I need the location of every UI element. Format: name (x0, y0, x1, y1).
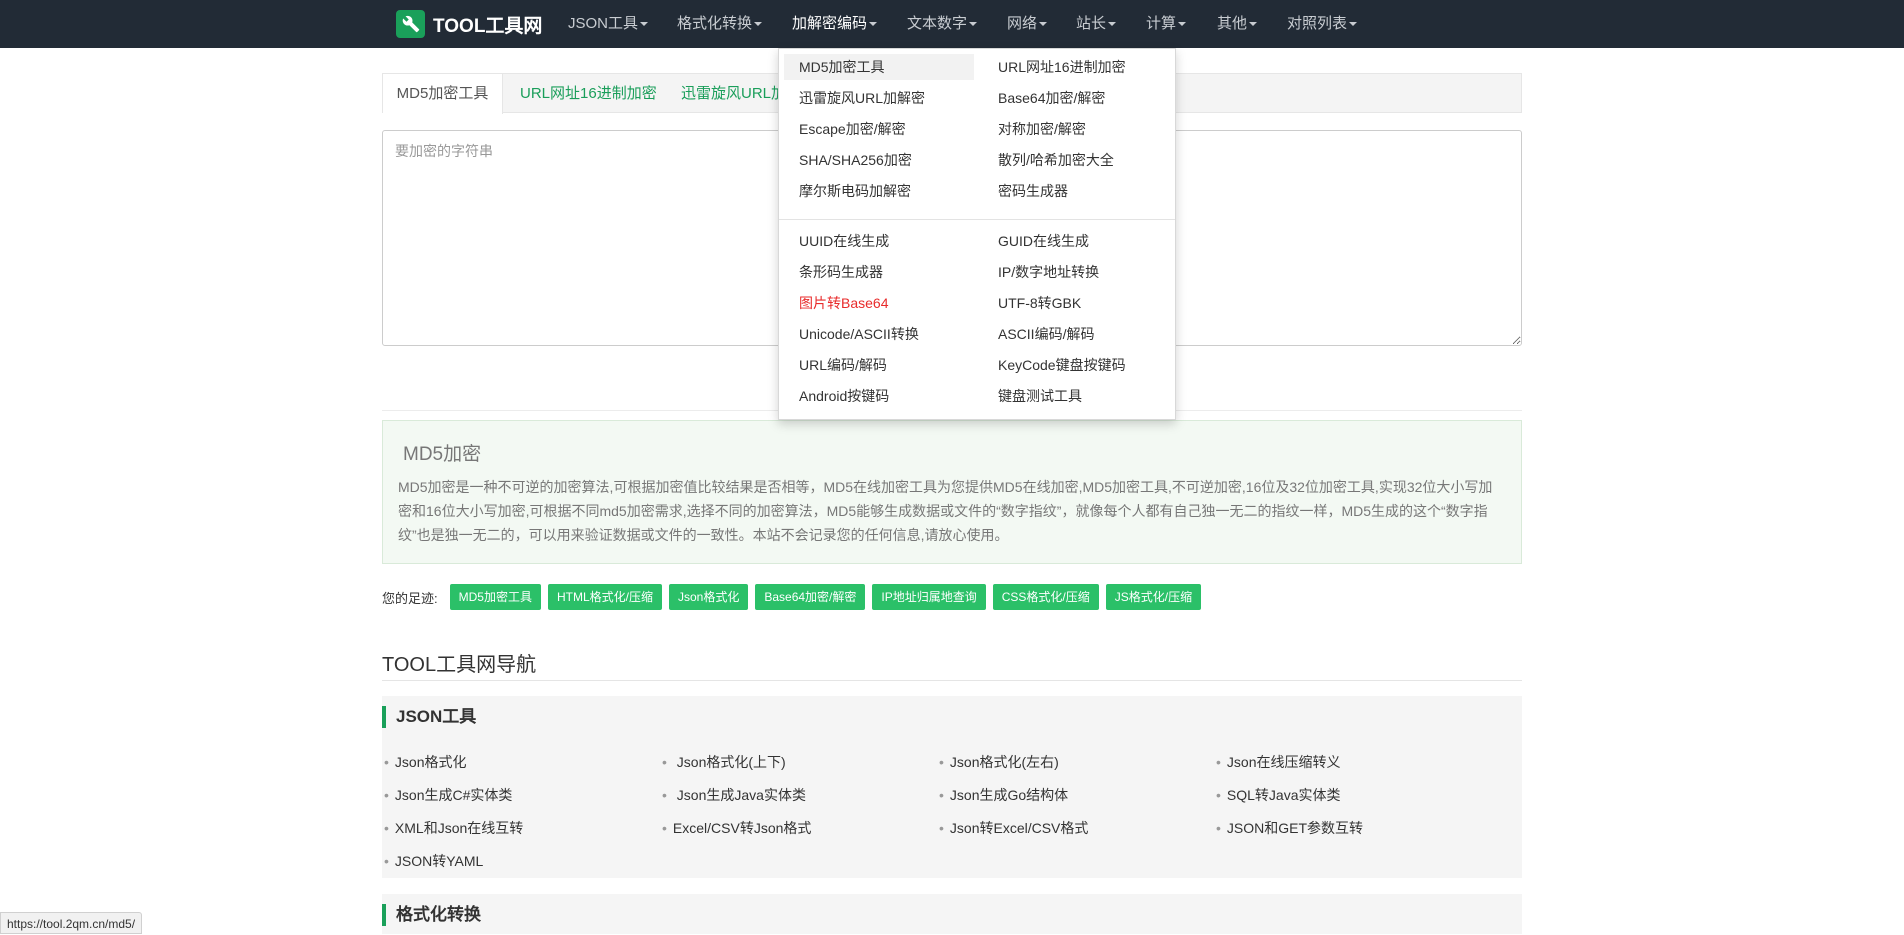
tab-thunder-url[interactable]: 迅雷旋风URL加 (681, 74, 786, 114)
info-panel: MD5加密 MD5加密是一种不可逆的加密算法,可根据加密值比较结果是否相等，MD… (382, 420, 1522, 564)
nav-webmaster[interactable]: 站长 (1076, 0, 1117, 48)
footprint-tag[interactable]: HTML格式化/压缩 (547, 584, 662, 610)
menu-item-symmetric[interactable]: 对称加密/解密 (998, 116, 1086, 142)
footprint-tag[interactable]: Json格式化 (668, 584, 749, 610)
menu-item-url-encode[interactable]: URL编码/解码 (799, 352, 887, 378)
caret-down-icon (1108, 22, 1117, 27)
menu-item-thunder-url[interactable]: 迅雷旋风URL加解密 (799, 85, 925, 111)
info-description: MD5加密是一种不可逆的加密算法,可根据加密值比较结果是否相等，MD5在线加密工… (398, 479, 1493, 543)
nav-link[interactable]: • Json生成Go结构体 (939, 785, 1068, 805)
nav-link[interactable]: • Excel/CSV转Json格式 (662, 818, 811, 838)
nav-link[interactable]: • Json生成Java实体类 (662, 785, 806, 805)
category-json: JSON工具 • Json格式化 • Json格式化(上下) • Json格式化(左… (382, 696, 1522, 878)
footprint-label: 您的足迹: (382, 590, 438, 606)
nav-format-convert[interactable]: 格式化转换 (677, 0, 763, 48)
nav-link[interactable]: • Json转Excel/CSV格式 (939, 818, 1088, 838)
top-navbar: TOOL工具网 JSON工具 格式化转换 加解密编码 文本数字 网络 站长 计算… (0, 0, 1904, 48)
brand-name: TOOL工具网 (433, 15, 543, 37)
tab-md5[interactable]: MD5加密工具 (383, 74, 503, 114)
divider (382, 680, 1522, 681)
category-title: 格式化转换 (382, 904, 481, 926)
menu-item-keyboard-test[interactable]: 键盘测试工具 (998, 383, 1082, 409)
menu-item-sha[interactable]: SHA/SHA256加密 (799, 147, 912, 173)
menu-item-keycode[interactable]: KeyCode键盘按键码 (998, 352, 1126, 378)
menu-item-password-gen[interactable]: 密码生成器 (998, 178, 1068, 204)
wrench-icon (396, 10, 425, 38)
footprint-tag[interactable]: Base64加密/解密 (755, 584, 866, 610)
tab-url-hex[interactable]: URL网址16进制加密 (520, 74, 657, 114)
nav-link[interactable]: • JSON和GET参数互转 (1216, 818, 1363, 838)
menu-item-unicode[interactable]: Unicode/ASCII转换 (799, 321, 919, 347)
footprint-tag[interactable]: IP地址归属地查询 (872, 584, 986, 610)
nav-link[interactable]: • Json格式化(上下) (662, 752, 786, 772)
caret-down-icon (754, 22, 763, 27)
nav-link[interactable]: • Json在线压缩转义 (1216, 752, 1340, 772)
menu-item-image-base64[interactable]: 图片转Base64 (799, 290, 888, 316)
caret-down-icon (1249, 22, 1258, 27)
nav-json-tools[interactable]: JSON工具 (568, 0, 649, 48)
history-footprint: 您的足迹: MD5加密工具 HTML格式化/压缩 Json格式化 Base64加… (382, 584, 1208, 610)
nav-network[interactable]: 网络 (1007, 0, 1048, 48)
menu-item-guid[interactable]: GUID在线生成 (998, 228, 1089, 254)
menu-item-md5[interactable]: MD5加密工具 (784, 54, 974, 80)
caret-down-icon (1349, 22, 1358, 27)
footprint-tag[interactable]: MD5加密工具 (449, 584, 541, 610)
menu-item-url-hex[interactable]: URL网址16进制加密 (998, 54, 1126, 80)
nav-calculate[interactable]: 计算 (1146, 0, 1187, 48)
menu-item-escape[interactable]: Escape加密/解密 (799, 116, 906, 142)
encrypt-dropdown-menu: MD5加密工具 URL网址16进制加密 迅雷旋风URL加解密 Base64加密/… (778, 48, 1176, 420)
caret-down-icon (869, 22, 878, 27)
nav-link[interactable]: • JSON转YAML (384, 851, 483, 871)
menu-item-uuid[interactable]: UUID在线生成 (799, 228, 889, 254)
menu-item-morse[interactable]: 摩尔斯电码加解密 (799, 178, 911, 204)
brand-logo[interactable]: TOOL工具网 (396, 10, 542, 38)
menu-item-hash[interactable]: 散列/哈希加密大全 (998, 147, 1114, 173)
menu-item-base64[interactable]: Base64加密/解密 (998, 85, 1105, 111)
menu-item-ip-convert[interactable]: IP/数字地址转换 (998, 259, 1099, 285)
nav-section-title: TOOL工具网导航 (382, 654, 537, 676)
info-title: MD5加密 (403, 444, 482, 465)
nav-link[interactable]: • SQL转Java实体类 (1216, 785, 1341, 805)
nav-link[interactable]: • XML和Json在线互转 (384, 818, 523, 838)
category-title: JSON工具 (382, 706, 476, 728)
footprint-tag[interactable]: JS格式化/压缩 (1105, 584, 1202, 610)
menu-item-ascii[interactable]: ASCII编码/解码 (998, 321, 1094, 347)
caret-down-icon (640, 22, 649, 27)
nav-other[interactable]: 其他 (1217, 0, 1258, 48)
nav-link[interactable]: • Json生成C#实体类 (384, 785, 512, 805)
menu-item-android-key[interactable]: Android按键码 (799, 383, 889, 409)
nav-link[interactable]: • Json格式化(左右) (939, 752, 1059, 772)
nav-text-number[interactable]: 文本数字 (907, 0, 978, 48)
caret-down-icon (969, 22, 978, 27)
footprint-tag[interactable]: CSS格式化/压缩 (992, 584, 1099, 610)
caret-down-icon (1039, 22, 1048, 27)
menu-item-utf8-gbk[interactable]: UTF-8转GBK (998, 290, 1081, 316)
nav-encrypt-encode[interactable]: 加解密编码 (792, 0, 878, 48)
nav-link[interactable]: • Json格式化 (384, 752, 466, 772)
link-status-bar: https://tool.2qm.cn/md5/ (0, 912, 143, 934)
category-format: 格式化转换 (382, 894, 1522, 934)
menu-divider (779, 219, 1175, 220)
nav-reference-lists[interactable]: 对照列表 (1287, 0, 1358, 48)
menu-item-barcode[interactable]: 条形码生成器 (799, 259, 883, 285)
caret-down-icon (1178, 22, 1187, 27)
